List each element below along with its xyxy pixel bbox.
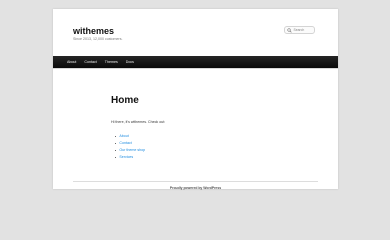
bullet-icon <box>115 156 117 159</box>
nav-item-themes[interactable]: Themes <box>105 60 118 64</box>
nav-item-docs[interactable]: Docs <box>126 60 134 64</box>
page-container: withemes Since 2013, 12,000 customers. S… <box>53 9 338 190</box>
footer-divider <box>73 181 318 182</box>
bullet-icon <box>115 135 117 138</box>
link-about[interactable]: About <box>119 133 128 140</box>
page-title: Home <box>111 95 139 106</box>
list-item: Our theme shop <box>115 147 145 154</box>
site-description: Since 2013, 12,000 customers. <box>73 37 123 41</box>
bullet-icon <box>115 142 117 145</box>
main-navigation: About Contact Themes Docs <box>53 56 338 68</box>
link-contact[interactable]: Contact <box>119 140 131 147</box>
bullet-icon <box>115 149 117 152</box>
search-input[interactable]: Search <box>284 26 315 34</box>
link-list: About Contact Our theme shop Services <box>115 133 145 161</box>
link-theme-shop[interactable]: Our theme shop <box>119 147 145 154</box>
site-title[interactable]: withemes <box>73 26 114 36</box>
nav-item-about[interactable]: About <box>67 60 76 64</box>
list-item: Services <box>115 154 145 161</box>
intro-text: Hi there, it's withemes. Check out: <box>111 120 166 124</box>
nav-divider <box>53 68 338 69</box>
search-placeholder: Search <box>293 28 305 32</box>
link-services[interactable]: Services <box>119 154 133 161</box>
list-item: Contact <box>115 140 145 147</box>
nav-item-contact[interactable]: Contact <box>84 60 96 64</box>
footer-credit[interactable]: Proudly powered by WordPress <box>53 186 338 190</box>
list-item: About <box>115 133 145 140</box>
search-icon <box>287 27 292 33</box>
